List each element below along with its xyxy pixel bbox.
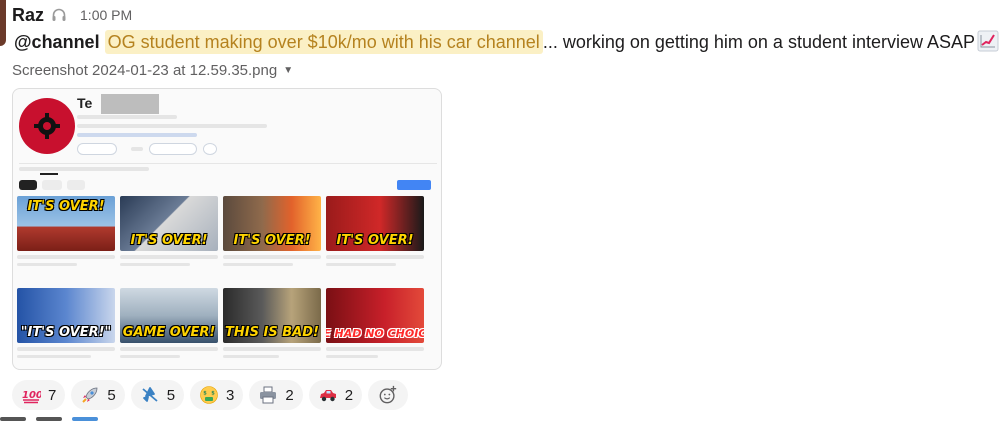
filter-popular	[42, 180, 62, 190]
warship-thumbnail: GAME OVER!	[120, 288, 218, 343]
reaction-count: 3	[226, 386, 235, 404]
channel-description	[77, 124, 267, 128]
video-title-line	[120, 255, 218, 259]
thumbnail-title: IT'S OVER!	[27, 199, 105, 214]
pickup-truck-thumbnail: IT'S OVER!	[17, 196, 115, 251]
author-name[interactable]: Raz	[12, 5, 44, 26]
tank-thumbnail: THIS IS BAD!	[223, 288, 321, 343]
slack-message: Raz 1:00 PM @channel OG student making o…	[0, 0, 1000, 421]
explosion-thumbnail: IT'S OVER!	[223, 196, 321, 251]
reaction-count: 7	[48, 386, 57, 404]
thumbnail-title: WE HAD NO CHOICE!	[326, 327, 424, 340]
video-meta-line	[120, 355, 180, 358]
gm-ceo-red-thumbnail: WE HAD NO CHOICE!	[326, 288, 424, 343]
reaction-red-car[interactable]: 2	[308, 380, 363, 410]
stats-badge	[203, 143, 217, 155]
laser-weapon-thumbnail: IT'S OVER!	[120, 196, 218, 251]
caret-down-icon[interactable]: ▼	[283, 65, 293, 76]
reaction-money-mouth-face[interactable]: $ $ 3	[190, 380, 244, 410]
video-meta-line	[17, 263, 77, 266]
stub-bar	[72, 417, 98, 421]
rocket-icon	[80, 385, 100, 405]
channel-name: Te	[77, 95, 93, 111]
reaction-printer[interactable]: 2	[249, 380, 303, 410]
thumbnail-title: IT'S OVER!	[130, 233, 208, 248]
channel-avatar	[19, 98, 75, 154]
message-timestamp[interactable]: 1:00 PM	[80, 7, 132, 23]
reaction-count: 5	[107, 386, 116, 404]
next-message-stub	[0, 417, 98, 421]
reaction-count: 2	[285, 386, 294, 404]
thumbnail-title: IT'S OVER!	[233, 233, 311, 248]
channel-handle	[77, 115, 177, 119]
channel-tabs	[19, 167, 149, 171]
message-body: @channel OG student making over $10k/mo …	[14, 29, 999, 55]
message-header: Raz 1:00 PM	[12, 4, 132, 26]
ford-ceo-thumbnail: "IT'S OVER!"	[17, 288, 115, 343]
join-button	[131, 147, 143, 151]
headphones-icon	[50, 6, 68, 24]
file-name[interactable]: Screenshot 2024-01-23 at 12.59.35.png	[12, 62, 277, 79]
money-mouth-face-icon: $ $	[199, 385, 219, 405]
channel-link	[77, 133, 197, 137]
video-title-line	[17, 347, 115, 351]
video-title-line	[17, 255, 115, 259]
svg-text:$: $	[211, 391, 215, 397]
reaction-airplane[interactable]: 5	[130, 380, 185, 410]
reaction-count: 5	[166, 386, 176, 404]
video-meta-line	[326, 263, 396, 266]
video-title-line	[223, 347, 321, 351]
thumbnail-title: IT'S OVER!	[336, 233, 414, 248]
redaction-box	[101, 94, 159, 114]
video-meta-line	[120, 263, 190, 266]
video-title-line	[223, 255, 321, 259]
add-emoji-icon	[378, 385, 398, 405]
subscribed-button	[77, 143, 117, 155]
red-car-icon	[318, 385, 338, 405]
video-meta-line	[223, 263, 293, 266]
thumbnail-title: "IT'S OVER!"	[20, 325, 112, 340]
airplane-icon	[140, 385, 160, 405]
gear-icon	[34, 113, 60, 139]
chart-increasing-icon	[977, 30, 999, 52]
video-meta-line	[17, 355, 91, 358]
message-text: ... working on getting him on a student …	[542, 32, 976, 52]
video-meta-line	[326, 355, 378, 358]
video-title-line	[326, 347, 424, 351]
channel-mention[interactable]: @channel	[14, 32, 100, 52]
reaction-rocket[interactable]: 5	[71, 380, 125, 410]
screenshot-preview[interactable]: Te IT'S OVER! IT'S OVER! IT'S OVER! IT'S…	[12, 88, 442, 370]
tabs-divider	[19, 163, 437, 164]
video-title-line	[120, 347, 218, 351]
gm-ceo-thumbnail: IT'S OVER!	[326, 196, 424, 251]
attachment-header[interactable]: Screenshot 2024-01-23 at 12.59.35.png ▼	[12, 62, 293, 79]
reaction-hundred-points[interactable]: 100 7	[12, 380, 66, 410]
reaction-count: 2	[344, 386, 354, 404]
subscribe-button	[397, 180, 431, 190]
printer-icon	[258, 385, 278, 405]
filter-oldest	[67, 180, 85, 190]
view-videos-button	[149, 143, 197, 155]
video-title-line	[326, 255, 424, 259]
stub-bar	[0, 417, 26, 421]
video-meta-line	[223, 355, 279, 358]
filter-latest	[19, 180, 37, 190]
thumbnail-title: THIS IS BAD!	[225, 325, 319, 340]
stub-bar	[36, 417, 62, 421]
avatar[interactable]	[0, 0, 6, 46]
svg-text:$: $	[203, 391, 207, 397]
tab-videos-underline	[40, 173, 58, 175]
thumbnail-title: GAME OVER!	[122, 325, 216, 340]
hundred-points-icon: 100	[21, 385, 41, 405]
highlighted-text: OG student making over $10k/mo with his …	[104, 30, 543, 54]
add-reaction-button[interactable]	[368, 380, 409, 410]
reaction-bar: 100 7 5 5 $ $ 3 2 2	[12, 380, 409, 410]
